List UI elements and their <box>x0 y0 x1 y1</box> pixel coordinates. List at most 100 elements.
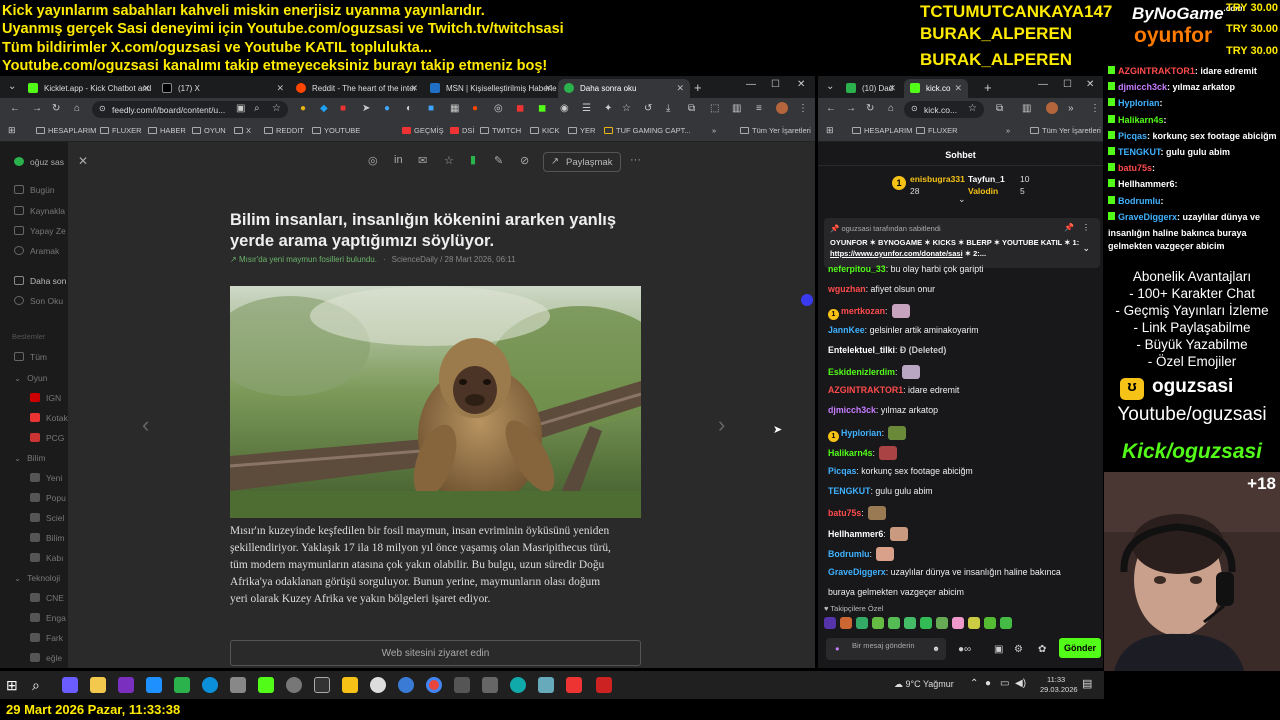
leader-name[interactable]: Valodin <box>968 186 998 196</box>
bookmark-item[interactable]: HESAPLARIM <box>852 126 912 135</box>
copilot-icon[interactable]: ≡ <box>756 103 762 114</box>
search-icon[interactable]: ⌕ <box>32 677 48 693</box>
chevron-down-icon[interactable]: ⌄ <box>1082 243 1090 254</box>
chat-username[interactable]: Entelektuel_tilki <box>828 345 895 355</box>
system-tray-icon[interactable]: ⌃ <box>970 678 978 689</box>
tab-list-icon[interactable]: ⌄ <box>826 81 834 92</box>
sidebar-item[interactable]: ⌄ Oyun <box>14 373 47 384</box>
app-icon[interactable] <box>174 677 190 693</box>
emote-icon[interactable] <box>984 617 996 629</box>
chat-username[interactable]: TENGKUT <box>828 486 871 496</box>
app-icon[interactable] <box>62 677 78 693</box>
bookmark-item[interactable]: FLUXER <box>916 126 958 135</box>
close-icon[interactable]: ✕ <box>888 83 896 94</box>
bookmark-star-icon[interactable]: ☆ <box>272 103 281 114</box>
zoom-icon[interactable]: ⌕ <box>254 103 260 114</box>
edge-icon[interactable] <box>202 677 218 693</box>
minimize-icon[interactable]: — <box>746 79 756 90</box>
bookmark-star-icon[interactable]: ☆ <box>968 103 977 114</box>
bookmark-item[interactable]: HESAPLARIM <box>36 126 96 135</box>
download-icon[interactable]: ⤓ <box>666 103 670 114</box>
reload-icon[interactable]: ↻ <box>866 103 874 114</box>
feed-link[interactable]: Mısır'da yeni maymun fosilleri bulundu. <box>239 255 377 264</box>
extension-icon[interactable]: ▣ <box>236 103 245 114</box>
extension-icon[interactable]: ☰ <box>582 103 591 114</box>
extension-icon[interactable]: ◎ <box>494 103 503 114</box>
leader-name[interactable]: enisbugra331 <box>910 174 965 184</box>
new-tab-icon[interactable]: + <box>984 80 992 95</box>
home-icon[interactable]: ⌂ <box>74 103 80 114</box>
sidebar-item[interactable]: Bugün <box>14 185 55 195</box>
tab-kicklet[interactable]: Kicklet.app - Kick Chatbot and ✕ <box>22 79 156 98</box>
bookmark-item[interactable]: FLUXER <box>100 126 142 135</box>
forward-icon[interactable]: → <box>32 103 42 114</box>
extension-icon[interactable]: ➤ <box>362 103 370 114</box>
extension-icon[interactable]: ◉ <box>560 103 569 114</box>
favorites-icon[interactable]: ☆ <box>622 103 631 114</box>
leader-name[interactable]: Tayfun_1 <box>968 174 1005 184</box>
sidebar-item[interactable]: Aramak <box>14 246 59 256</box>
chevron-down-icon[interactable]: ⌄ <box>958 194 966 205</box>
previous-article-icon[interactable]: ‹ <box>142 412 149 438</box>
star-icon[interactable]: ☆ <box>444 154 454 167</box>
more-bookmarks-icon[interactable]: » <box>712 126 716 135</box>
bookmark-item[interactable]: TUF GAMING CAPT... <box>604 126 691 135</box>
forward-icon[interactable]: → <box>846 103 856 114</box>
onenote-icon[interactable] <box>118 677 134 693</box>
more-bookmarks-icon[interactable]: » <box>1006 126 1010 135</box>
bookmark-item[interactable]: HABER <box>148 126 186 135</box>
site-info-icon[interactable]: ⊙ <box>99 104 106 113</box>
chat-username[interactable]: djmicch3ck <box>828 405 876 415</box>
bookmark-item[interactable]: KICK <box>530 126 560 135</box>
bookmark-item[interactable]: X <box>234 126 251 135</box>
emote-icon[interactable] <box>904 617 916 629</box>
tab-x[interactable]: (17) X ✕ <box>156 79 290 98</box>
extension-icon[interactable]: ✦ <box>604 103 612 114</box>
sidebar-item[interactable]: Kaynakla <box>14 206 65 216</box>
maximize-icon[interactable]: ☐ <box>771 79 780 90</box>
sidebar-item[interactable]: Yapay Ze <box>14 226 66 236</box>
chat-username[interactable]: Picqas <box>828 466 856 476</box>
tag-icon[interactable]: ✎ <box>494 154 503 167</box>
sidebar-item[interactable]: Daha son <box>14 276 66 286</box>
window-close-icon[interactable]: ✕ <box>797 79 805 90</box>
emote-icon[interactable] <box>856 617 868 629</box>
bookmark-icon[interactable]: ▮ <box>470 153 476 166</box>
extension-icon[interactable]: ● <box>472 103 478 114</box>
chat-username[interactable]: neferpitou_33 <box>828 264 886 274</box>
chrome-icon[interactable] <box>426 677 442 693</box>
app-icon[interactable] <box>258 677 274 693</box>
extension-icon[interactable]: ▦ <box>450 103 459 114</box>
sidebar-icon[interactable]: ▥ <box>1022 103 1031 114</box>
tab-kick[interactable]: kick.co ✕ <box>904 79 968 98</box>
bookmark-item[interactable]: OYUN <box>192 126 226 135</box>
avatar[interactable] <box>1046 102 1058 114</box>
emote-icon[interactable] <box>968 617 980 629</box>
apps-icon[interactable]: ⊞ <box>826 125 834 136</box>
window-close-icon[interactable]: ✕ <box>1086 79 1094 90</box>
extension-icon[interactable]: ◆ <box>320 103 328 114</box>
reload-icon[interactable]: ↻ <box>52 103 60 114</box>
app-icon[interactable] <box>596 677 612 693</box>
link-icon[interactable]: ⊘ <box>520 154 529 167</box>
emoji-icon[interactable]: ☻ <box>932 644 940 653</box>
file-explorer-icon[interactable] <box>90 677 106 693</box>
emote-icon[interactable] <box>920 617 932 629</box>
bookmark-item[interactable]: DSİ <box>450 126 475 135</box>
chat-username[interactable]: Hellhammer6 <box>828 529 883 539</box>
share-button[interactable]: ↗ Paylaşmak <box>543 152 621 172</box>
sidebar-feed[interactable]: CNE <box>30 593 64 603</box>
sidebar-feed[interactable]: Fark <box>30 633 63 643</box>
clock-date[interactable]: 29.03.2026 <box>1040 685 1078 694</box>
chat-username[interactable]: Bodrumlu <box>828 549 870 559</box>
chat-input[interactable]: ● Bir mesaj gönderin ☻ <box>826 638 946 660</box>
sidebar-feed[interactable]: Bilim <box>30 533 64 543</box>
app-icon[interactable] <box>566 677 582 693</box>
app-icon[interactable] <box>146 677 162 693</box>
close-icon[interactable]: ✕ <box>276 83 284 94</box>
menu-icon[interactable]: ⋮ <box>798 103 808 114</box>
send-button[interactable]: Gönder <box>1059 638 1101 658</box>
chat-username[interactable]: Halikarn4s <box>828 448 873 458</box>
app-icon[interactable] <box>286 677 302 693</box>
sidebar-feed[interactable]: Yeni <box>30 473 62 483</box>
